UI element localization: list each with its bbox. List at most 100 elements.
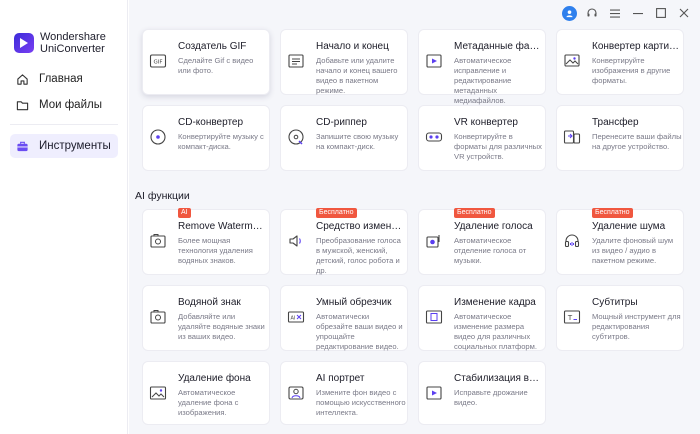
tool-description: Запишите свою музыку на компакт-диск. bbox=[316, 132, 399, 151]
tool-description: Автоматическое изменение размера видео д… bbox=[454, 312, 537, 351]
support-button[interactable] bbox=[582, 5, 602, 21]
tool-description: Автоматическое отделение голоса от музык… bbox=[454, 236, 527, 265]
tool-card-intro-outro[interactable]: Начало и конец Добавьте или удалите нача… bbox=[280, 29, 408, 95]
app-logo-icon bbox=[14, 33, 34, 53]
voice-changer-icon bbox=[287, 232, 305, 250]
image-convert-icon bbox=[563, 52, 581, 70]
ai-section-title: AI функции bbox=[135, 190, 190, 202]
tool-card-video-stabilization[interactable]: Стабилизация видео Исправьте дрожание ви… bbox=[418, 361, 546, 425]
free-badge: Бесплатно bbox=[454, 208, 495, 218]
cd-convert-icon bbox=[149, 128, 167, 146]
cd-ripper-icon bbox=[287, 128, 305, 146]
home-icon bbox=[14, 71, 30, 87]
tool-description: Более мощная технология удаления водяных… bbox=[178, 236, 253, 265]
vocal-remover-icon bbox=[425, 232, 443, 250]
brand-name: Wondershare UniConverter bbox=[40, 31, 106, 55]
tool-title: Умный обрезчик bbox=[316, 297, 392, 308]
close-icon bbox=[679, 8, 689, 18]
avatar-button[interactable] bbox=[559, 5, 579, 21]
svg-text:T: T bbox=[567, 314, 573, 322]
tool-title: VR конвертер bbox=[454, 117, 518, 128]
sidebar-item-label: Мои файлы bbox=[39, 99, 102, 111]
noise-remove-icon bbox=[563, 232, 581, 250]
stabilization-icon bbox=[425, 384, 443, 402]
svg-text:GIF: GIF bbox=[153, 60, 162, 66]
tool-card-vr-converter[interactable]: VR конвертер Конвертируйте в форматы для… bbox=[418, 105, 546, 171]
tool-card-auto-reframe[interactable]: Изменение кадра Автоматическое изменение… bbox=[418, 285, 546, 351]
tool-description: Удалите фоновый шум из видео / аудио в п… bbox=[592, 236, 674, 265]
svg-text:AI: AI bbox=[291, 316, 296, 322]
smart-trimmer-icon: AI bbox=[287, 308, 305, 326]
sidebar-item-home[interactable]: Главная bbox=[10, 67, 118, 91]
tool-title: Средство изменен... bbox=[316, 221, 406, 232]
tool-card-vocal-remover[interactable]: Бесплатно Удаление голоса Автоматическое… bbox=[418, 208, 546, 275]
intro-outro-icon bbox=[287, 52, 305, 70]
free-badge: Бесплатно bbox=[592, 208, 633, 218]
transfer-icon bbox=[563, 128, 581, 146]
minimize-button[interactable] bbox=[628, 5, 648, 21]
tool-title: Удаление голоса bbox=[454, 221, 533, 232]
tool-title: Удаление фона bbox=[178, 373, 251, 384]
tool-card-voice-changer[interactable]: Бесплатно Средство изменен... Преобразов… bbox=[280, 208, 408, 275]
tool-title: CD-риппер bbox=[316, 117, 367, 128]
tool-description: Автоматическое исправление и редактирова… bbox=[454, 56, 512, 105]
tool-description: Конвертируйте музыку с компакт-диска. bbox=[178, 132, 264, 151]
brand: Wondershare UniConverter bbox=[14, 31, 106, 55]
tool-title: Конвертер картинок bbox=[592, 41, 682, 52]
maximize-button[interactable] bbox=[651, 5, 671, 21]
tool-title: AI портрет bbox=[316, 373, 365, 384]
tool-title: Метаданные файла bbox=[454, 41, 544, 52]
sidebar-item-my-files[interactable]: Мои файлы bbox=[10, 93, 118, 117]
tool-card-gif-maker[interactable]: GIF Создатель GIF Сделайте Gif с видео и… bbox=[142, 29, 270, 95]
tool-card-cd-ripper[interactable]: CD-риппер Запишите свою музыку на компак… bbox=[280, 105, 408, 171]
tool-card-noise-remover[interactable]: Бесплатно Удаление шума Удалите фоновый … bbox=[556, 208, 684, 275]
tool-title: Начало и конец bbox=[316, 41, 389, 52]
free-badge: Бесплатно bbox=[316, 208, 357, 218]
tool-card-watermark[interactable]: Водяной знак Добавляйте или удаляйте вод… bbox=[142, 285, 270, 351]
sidebar-divider bbox=[10, 124, 118, 125]
tool-card-cd-converter[interactable]: CD-конвертер Конвертируйте музыку с комп… bbox=[142, 105, 270, 171]
brand-line-2: UniConverter bbox=[40, 43, 105, 55]
tool-description: Конвертируйте изображения в другие форма… bbox=[592, 56, 671, 85]
reframe-icon bbox=[425, 308, 443, 326]
tool-description: Мощный инструмент для редактирования суб… bbox=[592, 312, 681, 341]
tool-description: Автоматически обрезайте ваши видео и упр… bbox=[316, 312, 403, 351]
folder-icon bbox=[14, 97, 30, 113]
tool-title: Стабилизация видео bbox=[454, 373, 544, 384]
tool-description: Конвертируйте в форматы для различных VR… bbox=[454, 132, 542, 161]
tool-title: Создатель GIF bbox=[178, 41, 247, 52]
avatar-icon bbox=[561, 5, 577, 21]
maximize-icon bbox=[656, 8, 666, 18]
watermark-icon bbox=[149, 308, 167, 326]
tool-title: Водяной знак bbox=[178, 297, 241, 308]
gif-icon: GIF bbox=[149, 52, 167, 70]
tool-title: Субтитры bbox=[592, 297, 638, 308]
tool-card-metadata[interactable]: Метаданные файла Автоматическое исправле… bbox=[418, 29, 546, 105]
subtitle-icon: T bbox=[563, 308, 581, 326]
menu-icon bbox=[610, 9, 620, 18]
minimize-icon bbox=[633, 8, 643, 18]
menu-button[interactable] bbox=[605, 5, 625, 21]
title-bar bbox=[556, 5, 694, 21]
tool-title: Изменение кадра bbox=[454, 297, 536, 308]
tool-card-transfer[interactable]: Трансфер Перенесите ваши файлы на другое… bbox=[556, 105, 684, 171]
tool-card-subtitle-editor[interactable]: T Субтитры Мощный инструмент для редакти… bbox=[556, 285, 684, 351]
tool-description: Исправьте дрожание видео. bbox=[454, 388, 528, 407]
tool-description: Сделайте Gif с видео или фото. bbox=[178, 56, 254, 75]
tool-card-ai-portrait[interactable]: AI портрет Измените фон видео с помощью … bbox=[280, 361, 408, 425]
tool-card-smart-trimmer[interactable]: AI Умный обрезчик Автоматически обрезайт… bbox=[280, 285, 408, 351]
bg-remove-icon bbox=[149, 384, 167, 402]
sidebar-item-tools[interactable]: Инструменты bbox=[10, 134, 118, 158]
tool-card-background-remover[interactable]: Удаление фона Автоматическое удаление фо… bbox=[142, 361, 270, 425]
tool-description: Преобразование голоса в мужской, женский… bbox=[316, 236, 401, 275]
tool-description: Добавьте или удалите начало и конец ваше… bbox=[316, 56, 398, 95]
ai-portrait-icon bbox=[287, 384, 305, 402]
tool-card-image-converter[interactable]: Конвертер картинок Конвертируйте изображ… bbox=[556, 29, 684, 95]
close-button[interactable] bbox=[674, 5, 694, 21]
watermark-remove-icon bbox=[149, 232, 167, 250]
ai-badge: AI bbox=[178, 208, 191, 218]
tool-description: Автоматическое удаление фона с изображен… bbox=[178, 388, 239, 417]
tool-card-remove-watermark[interactable]: AI Remove Watermar... Более мощная техно… bbox=[142, 208, 270, 275]
tool-title: Трансфер bbox=[592, 117, 639, 128]
tool-title: Remove Watermar... bbox=[178, 221, 268, 232]
